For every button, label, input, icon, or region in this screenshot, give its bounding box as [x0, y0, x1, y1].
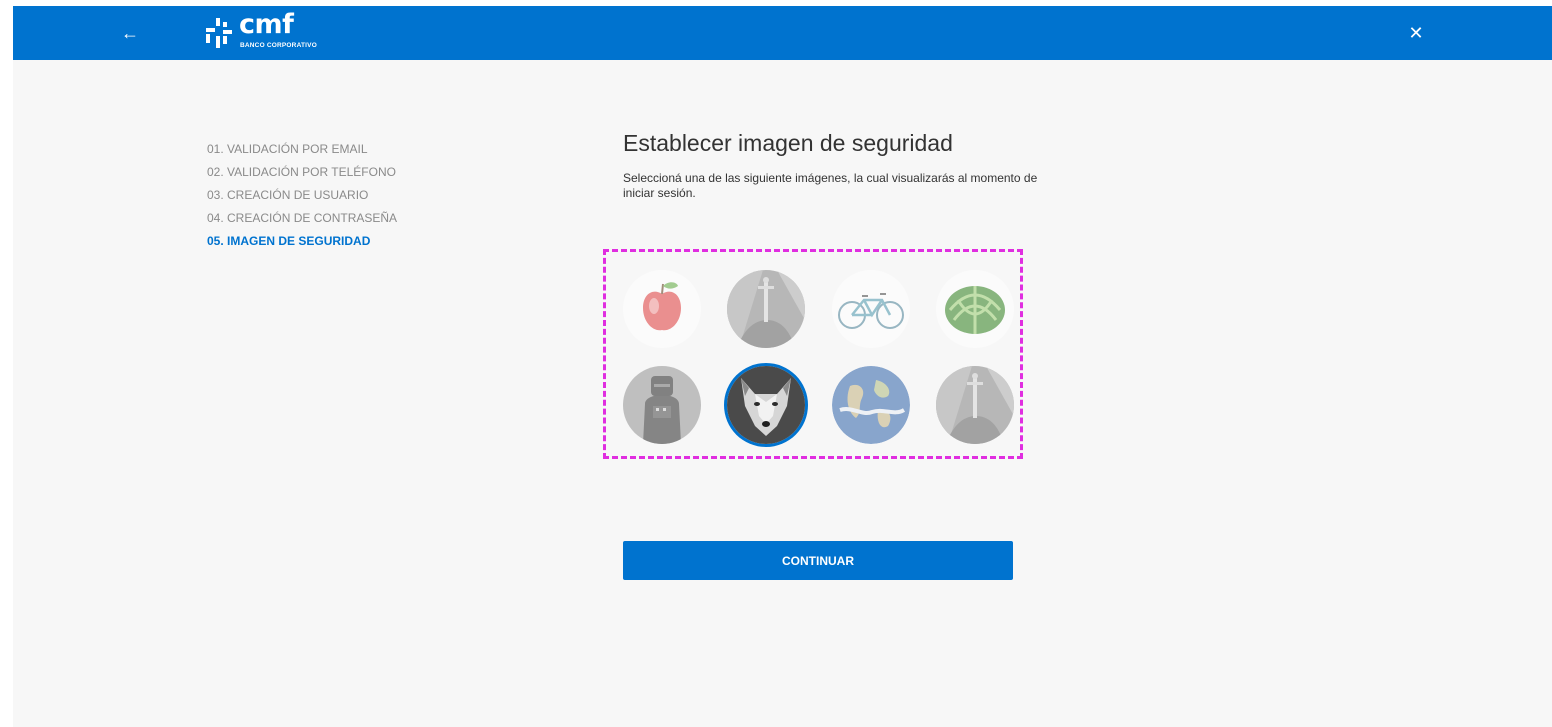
wolf-image-option[interactable] — [727, 366, 805, 444]
logo-subtitle: BANCO CORPORATIVO — [240, 42, 317, 49]
step-item: 04. CREACIÓN DE CONTRASEÑA — [207, 211, 398, 225]
app-frame: ← cmf BANCO CORPORATIVO ✕ 01. VALIDACIÓN… — [13, 6, 1552, 727]
page-title: Establecer imagen de seguridad — [623, 130, 953, 156]
step-item: 03. CREACIÓN DE USUARIO — [207, 188, 369, 202]
close-icon[interactable]: ✕ — [1403, 20, 1429, 46]
watermelon-image-option[interactable] — [936, 270, 1014, 348]
step-item: 02. VALIDACIÓN POR TELÉFONO — [207, 165, 396, 179]
cmf-logo: cmf BANCO CORPORATIVO — [206, 9, 366, 54]
sword-image-option[interactable] — [727, 270, 805, 348]
bicycle-image-option[interactable] — [832, 270, 910, 348]
back-arrow-icon[interactable]: ← — [117, 20, 143, 46]
knight-image-option[interactable] — [623, 366, 701, 444]
sword-in-stone-icon — [936, 366, 1014, 444]
apple-image-option[interactable] — [623, 270, 701, 348]
sword-in-stone-icon — [727, 270, 805, 348]
earth-icon — [832, 366, 910, 444]
earth-image-option[interactable] — [832, 366, 910, 444]
security-image-grid — [603, 249, 1023, 459]
watermelon-icon — [936, 270, 1014, 348]
bicycle-icon — [832, 270, 910, 348]
page-subtitle: Seleccioná una de las siguiente imágenes… — [623, 171, 1038, 200]
logo-name: cmf — [239, 9, 294, 40]
wolf-icon — [727, 366, 805, 444]
continue-button[interactable]: CONTINUAR — [623, 541, 1013, 580]
step-item-active: 05. IMAGEN DE SEGURIDAD — [207, 234, 371, 248]
knight-armor-icon — [623, 366, 701, 444]
sword-image-option-2[interactable] — [936, 366, 1014, 444]
steps-list: 01. VALIDACIÓN POR EMAIL 02. VALIDACIÓN … — [207, 142, 397, 257]
apple-icon — [623, 270, 701, 348]
step-item: 01. VALIDACIÓN POR EMAIL — [207, 142, 368, 156]
top-bar: ← cmf BANCO CORPORATIVO ✕ — [13, 6, 1552, 60]
cmf-logo-icon — [206, 18, 232, 48]
